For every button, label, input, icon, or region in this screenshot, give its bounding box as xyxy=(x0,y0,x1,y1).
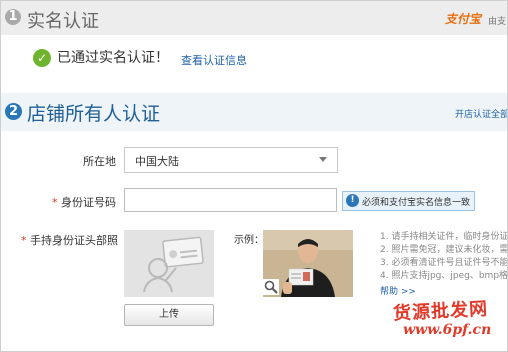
section1-title: 实名认证 xyxy=(27,11,99,32)
required-asterisk: * xyxy=(21,234,30,247)
photo-requirement-item: 1. 请手持相关证件，临时身份证 xyxy=(380,232,508,242)
page-frame: 1 实名认证 支付宝 由支 ✓ 已通过实名认证！ 查看认证信息 2 店铺所有人认… xyxy=(0,0,508,352)
required-asterisk: * xyxy=(52,196,61,209)
id-number-label: * 身份证号码 xyxy=(52,194,116,210)
view-verification-info-link[interactable]: 查看认证信息 xyxy=(181,52,247,68)
section2-step-number: 2 xyxy=(5,103,22,120)
id-number-input[interactable] xyxy=(124,188,337,212)
id-photo-label: * 手持身份证头部照 xyxy=(21,232,118,248)
id-card-sketch-icon xyxy=(124,230,214,297)
id-photo-placeholder xyxy=(124,230,214,297)
verification-status-text: 已通过实名认证！ xyxy=(57,50,169,66)
alipay-logo: 支付宝 xyxy=(445,12,482,26)
chevron-down-icon xyxy=(319,157,327,162)
upload-button[interactable]: 上传 xyxy=(124,304,214,326)
location-select[interactable]: 中国大陆 xyxy=(124,147,338,173)
location-select-value: 中国大陆 xyxy=(135,155,179,168)
store-verification-guide-link[interactable]: 开店认证全部 xyxy=(455,107,507,120)
section2-title: 店铺所有人认证 xyxy=(27,103,161,125)
location-label: 所在地 xyxy=(83,155,116,168)
watermark-title: 货源批发网 xyxy=(392,298,489,325)
photo-requirements-list: 1. 请手持相关证件，临时身份证 2. 照片需免冠，建议未化妆，需 3. 必须看… xyxy=(380,231,508,283)
id-number-tip: ! 必须和支付宝实名信息一致 xyxy=(342,191,475,211)
photo-requirement-item: 2. 照片需免冠，建议未化妆，需 xyxy=(380,245,508,255)
watermark-url: www.6pf.cn xyxy=(403,322,492,338)
section1-header: 1 实名认证 支付宝 由支 xyxy=(1,1,507,35)
id-number-label-text: 身份证号码 xyxy=(61,196,116,209)
section2-header: 2 店铺所有人认证 开店认证全部 xyxy=(1,93,507,131)
photo-requirement-item: 3. 必须看清证件号且证件号不能 xyxy=(380,258,508,268)
alipay-logo-suffix: 由支 xyxy=(488,17,507,27)
help-link[interactable]: 帮助 >> xyxy=(380,284,416,297)
zoom-icon[interactable] xyxy=(263,279,279,295)
id-photo-label-text: 手持身份证头部照 xyxy=(30,234,118,247)
info-icon: ! xyxy=(346,194,359,207)
section1-step-number: 1 xyxy=(5,9,21,25)
photo-requirement-item: 4. 照片支持jpg、jpeg、bmp格式 xyxy=(380,271,508,281)
check-circle-icon: ✓ xyxy=(33,49,51,67)
example-label: 示例： xyxy=(234,235,264,246)
id-number-tip-text: 必须和支付宝实名信息一致 xyxy=(362,198,471,208)
